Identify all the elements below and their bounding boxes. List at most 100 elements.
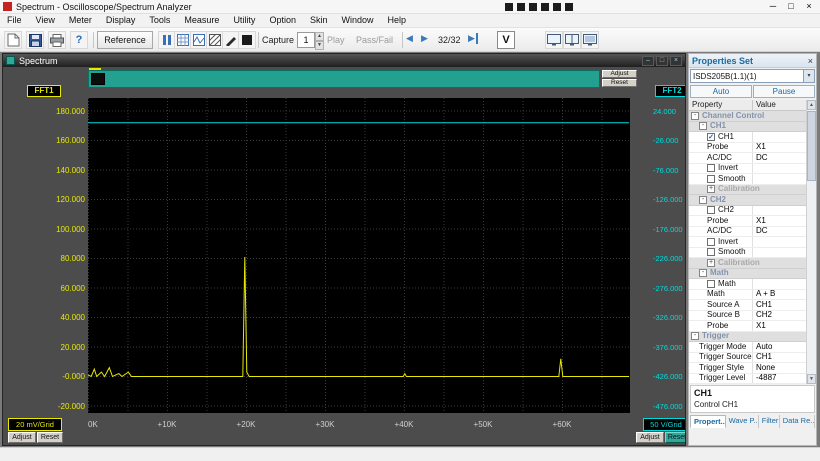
fft1-reset-button[interactable]: Reset [37, 432, 63, 443]
property-value-cell[interactable]: X1 [753, 142, 806, 152]
property-value-cell[interactable]: DC [753, 153, 806, 163]
expand-toggle-icon[interactable]: - [699, 269, 707, 278]
prop-row-probe[interactable]: Probe X1 [689, 142, 806, 153]
auto-button[interactable]: Auto [690, 85, 752, 98]
prop-row-probe[interactable]: Probe X1 [689, 216, 806, 227]
v-button[interactable]: V [497, 31, 515, 49]
play-button[interactable]: Play [327, 31, 345, 49]
prop-row-smooth[interactable]: Smooth [689, 247, 806, 258]
prop-row-ac-dc[interactable]: AC/DC DC [689, 226, 806, 237]
prop-group-ch1[interactable]: - CH1 [689, 121, 806, 132]
menu-display[interactable]: Display [99, 14, 143, 27]
prop-group-calibration[interactable]: + Calibration [689, 184, 806, 195]
invert-checkbox[interactable] [707, 164, 715, 173]
prop-row-source-b[interactable]: Source B CH2 [689, 310, 806, 321]
fft1-adjust-button[interactable]: Adjust [8, 432, 36, 443]
help-icon[interactable]: ? [70, 31, 88, 49]
prop-group-calibration[interactable]: + Calibration [689, 258, 806, 269]
dropdown-arrow-icon[interactable]: ▾ [803, 70, 814, 82]
property-value-cell[interactable]: CH2 [753, 310, 806, 320]
prop-row-invert[interactable]: Invert [689, 163, 806, 174]
property-value-cell[interactable]: None [753, 363, 806, 373]
ch2-checkbox[interactable] [707, 206, 715, 215]
smooth-checkbox[interactable] [707, 174, 715, 183]
child-minimize-icon[interactable]: – [642, 55, 654, 66]
prop-group-channel-control[interactable]: - Channel Control [689, 111, 806, 122]
property-value-cell[interactable]: X1 [753, 321, 806, 331]
menu-measure[interactable]: Measure [177, 14, 226, 27]
close-icon[interactable]: × [800, 0, 818, 14]
invert-checkbox[interactable] [707, 237, 715, 246]
prop-group-math[interactable]: - Math [689, 268, 806, 279]
ch1-checkbox[interactable]: ✓ [707, 132, 715, 141]
child-close-icon[interactable]: × [670, 55, 682, 66]
tab-data-re-[interactable]: Data Re... [780, 415, 816, 428]
expand-toggle-icon[interactable]: - [691, 111, 699, 120]
property-value-cell[interactable]: CH1 [753, 300, 806, 310]
capture-down-icon[interactable]: ▼ [315, 41, 324, 50]
fft2-reset-button[interactable]: Reset [665, 432, 685, 443]
tab-filter[interactable]: Filter [759, 415, 780, 428]
prop-row-trigger-style[interactable]: Trigger Style None [689, 363, 806, 374]
menu-view[interactable]: View [29, 14, 62, 27]
new-file-icon[interactable] [4, 31, 22, 49]
prop-row-ch2[interactable]: CH2 [689, 205, 806, 216]
range-adjust-button[interactable]: Adjust [602, 70, 637, 78]
property-value-cell[interactable]: CH1 [753, 352, 806, 362]
prop-row-trigger-mode[interactable]: Trigger Mode Auto [689, 342, 806, 353]
expand-toggle-icon[interactable]: + [707, 258, 715, 267]
capture-up-icon[interactable]: ▲ [315, 32, 324, 41]
next-capture-icon[interactable]: ▶ [421, 33, 428, 44]
fft2-adjust-button[interactable]: Adjust [636, 432, 664, 443]
prop-row-ch1[interactable]: ✓ CH1 [689, 132, 806, 143]
prop-group-trigger[interactable]: - Trigger [689, 331, 806, 342]
property-value-cell[interactable]: -4887 [753, 373, 806, 383]
titlebar-extra-icon[interactable] [505, 3, 513, 11]
titlebar-extra-icon[interactable] [541, 3, 549, 11]
menu-help[interactable]: Help [381, 14, 414, 27]
pass-fail-button[interactable]: Pass/Fail [356, 31, 393, 49]
menu-tools[interactable]: Tools [142, 14, 177, 27]
prop-row-source-a[interactable]: Source A CH1 [689, 300, 806, 311]
scrollbar-thumb[interactable] [807, 111, 816, 181]
device-select[interactable]: ISDS205B(1.1)(1) ▾ [690, 69, 815, 83]
reference-button[interactable]: Reference [97, 31, 153, 49]
frequency-range-selector[interactable] [88, 70, 600, 88]
maximize-icon[interactable]: □ [782, 0, 800, 14]
prop-row-trigger-source[interactable]: Trigger Source CH1 [689, 352, 806, 363]
titlebar-extra-icon[interactable] [529, 3, 537, 11]
expand-toggle-icon[interactable]: + [707, 185, 715, 194]
prop-row-math[interactable]: Math A + B [689, 289, 806, 300]
spectrum-plot[interactable] [88, 98, 630, 413]
prop-row-invert[interactable]: Invert [689, 237, 806, 248]
prop-row-smooth[interactable]: Smooth [689, 174, 806, 185]
display-single-icon[interactable] [545, 31, 563, 49]
titlebar-extra-icon[interactable] [517, 3, 525, 11]
expand-toggle-icon[interactable]: - [699, 195, 707, 204]
property-value-cell[interactable]: X1 [753, 216, 806, 226]
property-value-cell[interactable]: A + B [753, 289, 806, 299]
pause-button[interactable]: Pause [753, 85, 815, 98]
range-reset-button[interactable]: Reset [602, 79, 637, 87]
expand-toggle-icon[interactable]: - [691, 332, 699, 341]
math-checkbox[interactable] [707, 279, 715, 288]
smooth-checkbox[interactable] [707, 248, 715, 257]
expand-toggle-icon[interactable]: - [699, 122, 707, 131]
prop-row-trigger-level[interactable]: Trigger Level -4887 [689, 373, 806, 384]
menu-skin[interactable]: Skin [303, 14, 335, 27]
menu-option[interactable]: Option [262, 14, 303, 27]
tab-propert-[interactable]: Propert... [690, 415, 726, 428]
display-dual-icon[interactable] [563, 31, 581, 49]
menu-file[interactable]: File [0, 14, 29, 27]
scroll-down-icon[interactable]: ▼ [807, 374, 816, 384]
display-list-icon[interactable] [581, 31, 599, 49]
scroll-up-icon[interactable]: ▲ [807, 100, 816, 110]
prev-capture-icon[interactable]: ◀ [406, 33, 413, 44]
titlebar-extra-icon[interactable] [565, 3, 573, 11]
solid-square-icon[interactable] [238, 31, 256, 49]
property-grid-scrollbar[interactable]: ▲ ▼ [806, 100, 816, 384]
property-value-cell[interactable]: DC [753, 226, 806, 236]
prop-row-ac-dc[interactable]: AC/DC DC [689, 153, 806, 164]
property-value-cell[interactable]: Auto [753, 342, 806, 352]
titlebar-extra-icon[interactable] [553, 3, 561, 11]
